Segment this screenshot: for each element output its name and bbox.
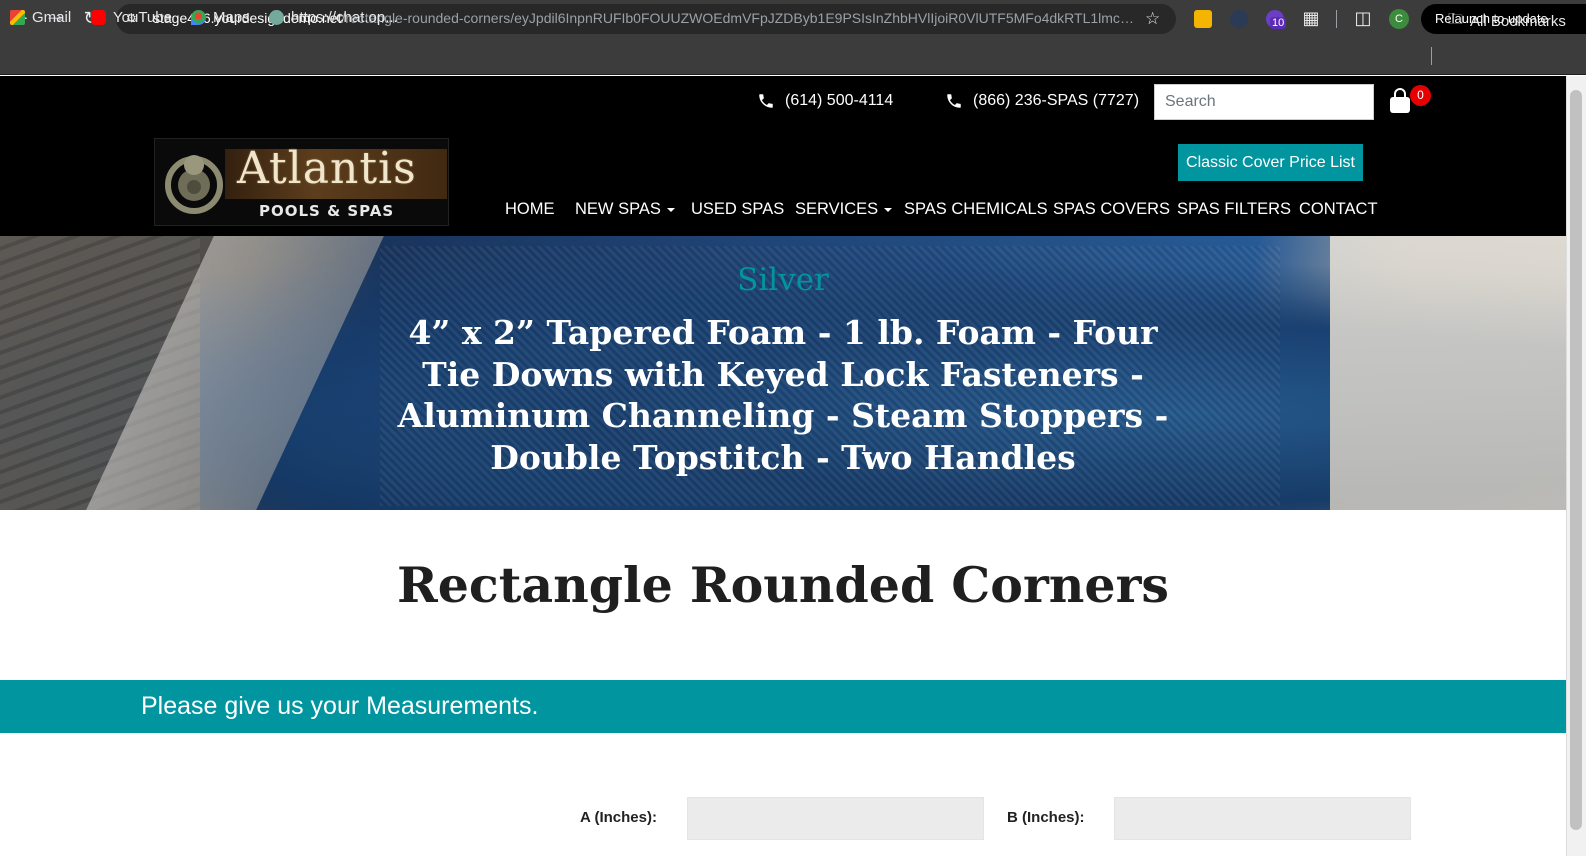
nav-label: SERVICES	[795, 200, 879, 218]
nav-new-spas[interactable]: NEW SPAS	[575, 200, 675, 219]
scrollbar-thumb[interactable]	[1570, 90, 1582, 830]
extension-icon[interactable]	[1230, 10, 1248, 28]
phone-toll-free-text: (866) 236-SPAS (7727)	[973, 92, 1140, 109]
nav-spas-covers[interactable]: SPAS COVERS	[1053, 200, 1170, 219]
profile-avatar[interactable]: C	[1389, 9, 1409, 29]
bookmarks-divider	[1431, 47, 1432, 65]
nav-label: CONTACT	[1299, 200, 1378, 218]
bookmarks-bar	[0, 38, 1586, 75]
bookmark-chat[interactable]: https://chat.op...	[269, 9, 398, 26]
phone-local[interactable]: (614) 500-4114	[757, 92, 893, 110]
search-input[interactable]	[1154, 84, 1374, 120]
nav-services[interactable]: SERVICES	[795, 200, 893, 219]
bookmark-label: Maps	[213, 9, 250, 26]
main-nav: HOME NEW SPAS USED SPAS SERVICES SPAS CH…	[0, 200, 1566, 220]
extension-badge: 10	[1270, 17, 1287, 29]
phone-local-text: (614) 500-4114	[785, 92, 894, 109]
phone-icon	[759, 94, 773, 108]
bookmark-gmail[interactable]: Gmail	[10, 9, 71, 26]
nav-spas-chemicals[interactable]: SPAS CHEMICALS	[904, 200, 1048, 219]
field-b-input[interactable]	[1114, 797, 1411, 840]
bookmark-maps[interactable]: Maps	[191, 9, 250, 26]
url-path: /rectangle-rounded-corners/eyJpdil6InpnR…	[341, 10, 1138, 26]
nav-spas-filters[interactable]: SPAS FILTERS	[1177, 200, 1291, 219]
nav-label: SPAS COVERS	[1053, 200, 1171, 218]
gmail-icon	[10, 10, 25, 25]
bookmark-youtube[interactable]: YouTube	[91, 9, 172, 26]
shopping-bag-icon[interactable]	[1388, 88, 1412, 114]
folder-icon: 🗀	[1448, 10, 1464, 28]
page-title: Rectangle Rounded Corners	[397, 556, 1169, 614]
bookmark-label: https://chat.op...	[291, 9, 398, 26]
nav-home[interactable]: HOME	[505, 200, 555, 219]
all-bookmarks-label: All Bookmarks	[1470, 13, 1566, 30]
all-bookmarks[interactable]: 🗀 All Bookmarks	[1448, 9, 1566, 34]
side-panel-icon[interactable]: ◫	[1352, 8, 1374, 30]
caret-down-icon	[666, 207, 675, 212]
nav-label: HOME	[505, 200, 555, 218]
nav-label: SPAS FILTERS	[1177, 200, 1292, 218]
phone-icon	[947, 94, 961, 108]
phone-toll-free[interactable]: (866) 236-SPAS (7727)	[945, 92, 1139, 110]
maps-icon	[191, 10, 206, 25]
keep-extension-icon[interactable]	[1194, 10, 1212, 28]
logo-title: Atlantis	[237, 143, 417, 194]
nav-label: SPAS CHEMICALS	[904, 200, 1048, 218]
field-a-label: A (Inches):	[580, 809, 657, 826]
extensions-puzzle-icon[interactable]: ▦	[1300, 8, 1322, 30]
toolbar-divider	[1336, 10, 1337, 28]
nav-label: USED SPAS	[691, 200, 785, 218]
cart-count-badge: 0	[1410, 85, 1431, 106]
caret-down-icon	[884, 207, 893, 212]
bookmark-label: YouTube	[113, 9, 172, 26]
price-list-button[interactable]: Classic Cover Price List	[1178, 144, 1363, 181]
chatgpt-icon	[269, 10, 284, 25]
nav-label: NEW SPAS	[575, 200, 661, 218]
hero-subtitle: Silver	[737, 262, 829, 298]
field-b-label: B (Inches):	[1007, 809, 1085, 826]
measurements-heading: Please give us your Measurements.	[141, 692, 539, 720]
bookmark-label: Gmail	[32, 9, 72, 26]
nav-contact[interactable]: CONTACT	[1299, 200, 1378, 219]
nav-used-spas[interactable]: USED SPAS	[691, 200, 784, 219]
field-a-input[interactable]	[687, 797, 984, 840]
bookmark-star-icon[interactable]: ☆	[1145, 9, 1160, 29]
hero-title: 4” x 2” Tapered Foam - 1 lb. Foam - Four…	[397, 313, 1169, 477]
youtube-icon	[91, 10, 106, 25]
